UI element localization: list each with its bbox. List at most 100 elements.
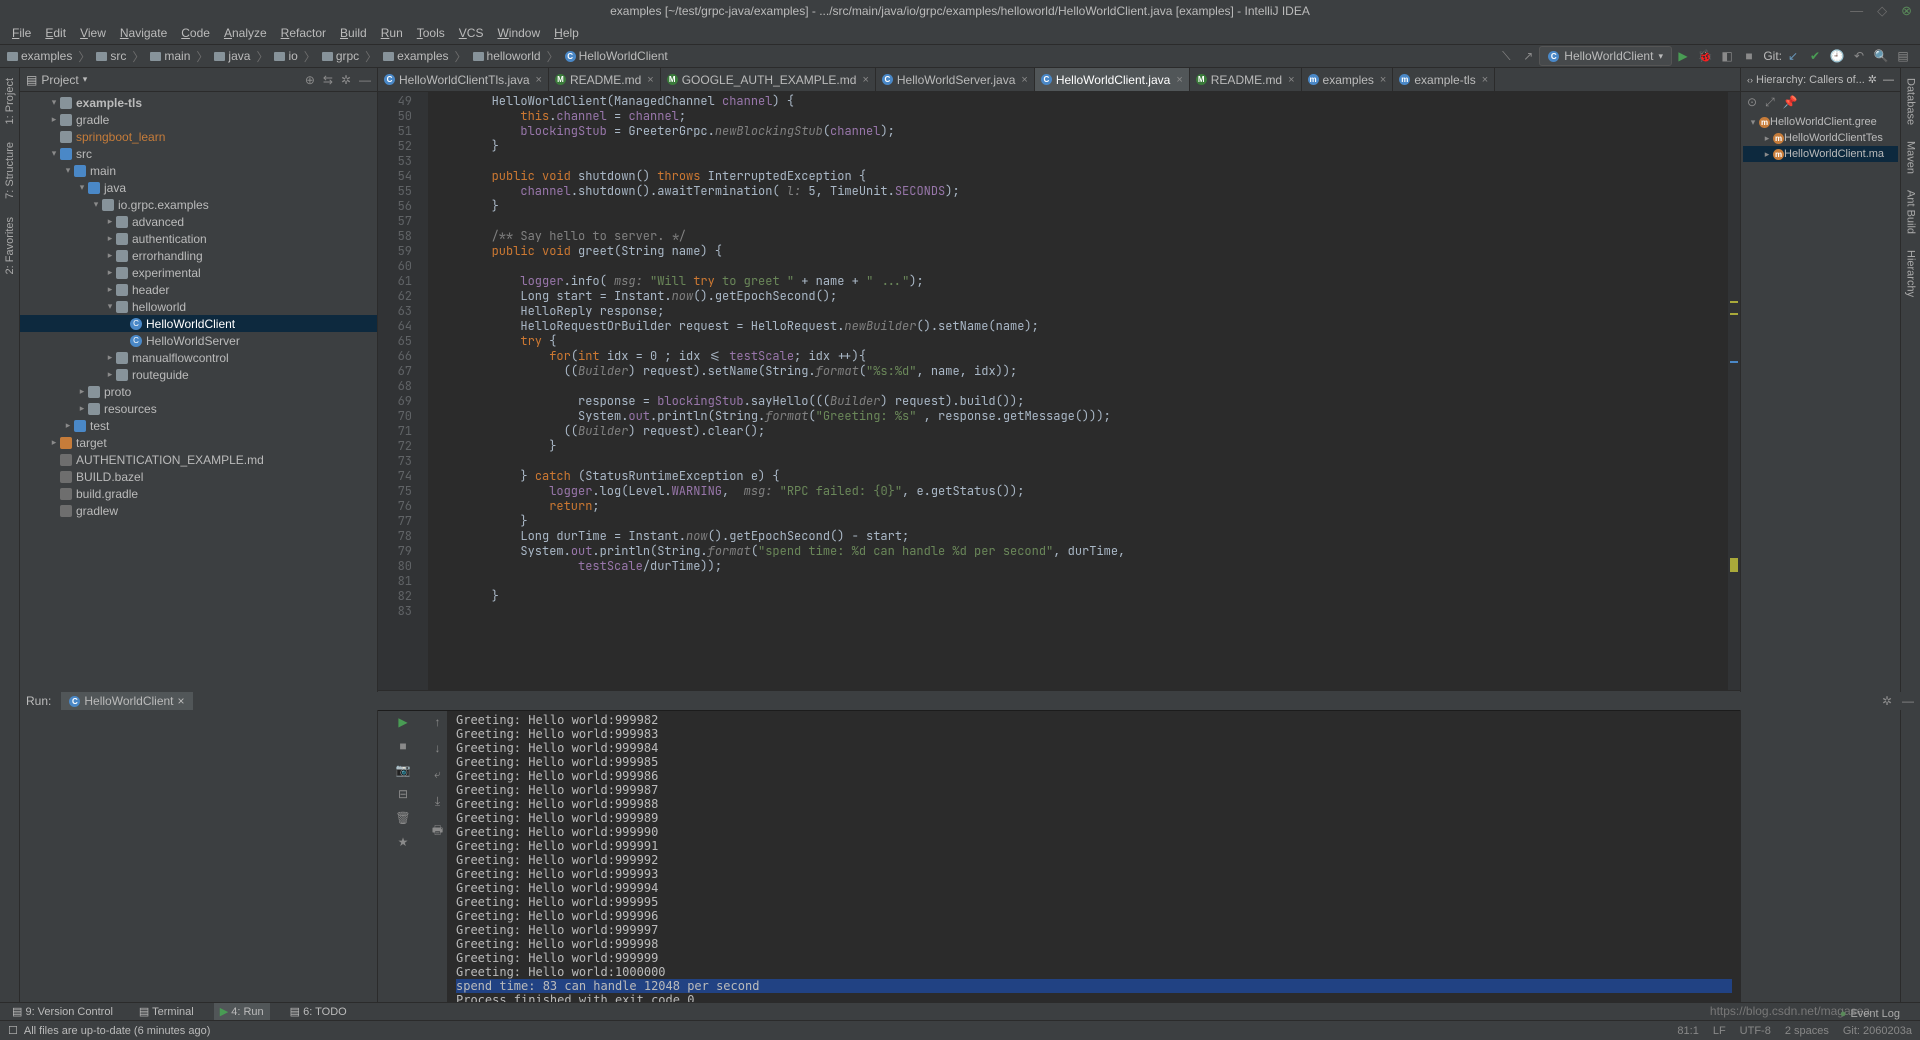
tree-item[interactable]: ▸resources (20, 400, 377, 417)
tree-item[interactable]: ▾src (20, 145, 377, 162)
right-tab[interactable]: Database (1903, 72, 1919, 131)
breadcrumb-item[interactable]: io (273, 49, 298, 63)
menu-edit[interactable]: Edit (39, 24, 72, 42)
expand-icon[interactable]: ⤢ (1765, 95, 1775, 110)
close-icon[interactable]: × (1288, 74, 1294, 86)
tree-item[interactable]: ▸proto (20, 383, 377, 400)
tree-item[interactable]: ▾io.grpc.examples (20, 196, 377, 213)
hide-icon[interactable]: — (359, 73, 371, 87)
tree-item[interactable]: ▸routeguide (20, 366, 377, 383)
git-commit-icon[interactable]: ✔ (1807, 48, 1823, 64)
rerun-icon[interactable]: ▶ (398, 715, 407, 729)
left-tab[interactable]: 7: Structure (2, 136, 18, 205)
git-revert-icon[interactable]: ↶ (1851, 48, 1867, 64)
tree-item[interactable]: ▸manualflowcontrol (20, 349, 377, 366)
right-tab[interactable]: Hierarchy (1903, 244, 1919, 303)
menu-code[interactable]: Code (175, 24, 216, 42)
editor-tab[interactable]: CHelloWorldClient.java× (1035, 68, 1190, 91)
menu-file[interactable]: File (6, 24, 37, 42)
target-icon[interactable]: ⊕ (305, 73, 315, 87)
close-icon[interactable]: × (1176, 74, 1182, 86)
hierarchy-item[interactable]: ▸m HelloWorldClient.ma (1743, 146, 1898, 162)
hierarchy-item[interactable]: ▾m HelloWorldClient.gree (1743, 114, 1898, 130)
scroll-icon[interactable]: ⤓ (435, 794, 440, 809)
menu-run[interactable]: Run (375, 24, 409, 42)
close-icon[interactable]: × (1021, 74, 1027, 86)
search-icon[interactable]: 🔍 (1873, 48, 1889, 64)
tree-item[interactable]: springboot_learn (20, 128, 377, 145)
editor-tab[interactable]: MREADME.md× (1190, 68, 1302, 91)
run-config-selector[interactable]: C HelloWorldClient ▾ (1539, 46, 1672, 66)
hierarchy-tree[interactable]: ▾m HelloWorldClient.gree▸m HelloWorldCli… (1741, 112, 1900, 1002)
run-tab[interactable]: C HelloWorldClient × (61, 692, 192, 710)
tree-item[interactable]: ▸header (20, 281, 377, 298)
stop-icon[interactable]: ■ (1741, 48, 1757, 64)
wrap-icon[interactable]: ⤶ (434, 767, 441, 782)
tree-item[interactable]: ▾helloworld (20, 298, 377, 315)
gear-icon[interactable]: ✲ (341, 73, 351, 87)
editor-tab[interactable]: mexamples× (1302, 68, 1394, 91)
menu-build[interactable]: Build (334, 24, 373, 42)
hide-icon[interactable]: — (1902, 694, 1914, 708)
status-item[interactable]: 2 spaces (1785, 1025, 1829, 1037)
coverage-icon[interactable]: ◧ (1719, 48, 1735, 64)
tree-item[interactable]: ▸experimental (20, 264, 377, 281)
bottom-tab[interactable]: ▤ 6: TODO (284, 1003, 353, 1020)
scope-icon[interactable]: ⊙ (1747, 95, 1757, 109)
left-tab[interactable]: 2: Favorites (2, 211, 18, 280)
close-icon[interactable]: × (647, 74, 653, 86)
close-icon[interactable]: × (1380, 74, 1386, 86)
settings-icon[interactable]: ▤ (1895, 48, 1911, 64)
right-tab[interactable]: Ant Build (1903, 184, 1919, 240)
maximize-icon[interactable]: ◇ (1877, 3, 1887, 19)
trash-icon[interactable]: 🗑 (395, 811, 410, 825)
tree-item[interactable]: CHelloWorldServer (20, 332, 377, 349)
code-editor[interactable]: 49 50 51 52 53 54 55 56 57 58 59 60 61 6… (378, 92, 1740, 690)
breadcrumb-item[interactable]: main (149, 49, 191, 63)
tree-item[interactable]: ▾example-tls (20, 94, 377, 111)
pin-icon[interactable]: 📌 (1783, 95, 1798, 109)
breadcrumb-item[interactable]: CHelloWorldClient (564, 49, 669, 63)
layout-icon[interactable]: ⊟ (398, 787, 408, 801)
tree-item[interactable]: ▸authentication (20, 230, 377, 247)
git-update-icon[interactable]: ↙ (1785, 48, 1801, 64)
close-icon[interactable]: ⊗ (1901, 3, 1912, 19)
tree-item[interactable]: ▸advanced (20, 213, 377, 230)
breadcrumb-item[interactable]: grpc (321, 49, 360, 63)
nav-fwd-icon[interactable]: ↗ (1520, 48, 1536, 64)
menu-navigate[interactable]: Navigate (114, 24, 173, 42)
menu-window[interactable]: Window (491, 24, 546, 42)
stop-icon[interactable]: ■ (399, 739, 406, 753)
tree-item[interactable]: AUTHENTICATION_EXAMPLE.md (20, 451, 377, 468)
tree-item[interactable]: BUILD.bazel (20, 468, 377, 485)
nav-back-icon[interactable]: ⟍ (1498, 48, 1514, 64)
print-icon[interactable]: 🖶 (432, 821, 443, 842)
gear-icon[interactable]: ✲ (1868, 73, 1877, 86)
status-item[interactable]: Git: 2060203a (1843, 1025, 1912, 1037)
event-log-button[interactable]: ●Event Log (1840, 1008, 1900, 1020)
git-history-icon[interactable]: 🕘 (1829, 48, 1845, 64)
editor-tab[interactable]: mexample-tls× (1393, 68, 1495, 91)
breadcrumb-item[interactable]: examples (382, 49, 449, 63)
close-icon[interactable]: × (536, 74, 542, 86)
hierarchy-item[interactable]: ▸m HelloWorldClientTes (1743, 130, 1898, 146)
tree-item[interactable]: ▾main (20, 162, 377, 179)
debug-icon[interactable]: 🐞 (1697, 48, 1713, 64)
right-tab[interactable]: Maven (1903, 135, 1919, 180)
breadcrumb-item[interactable]: helloworld (472, 49, 542, 63)
minimize-icon[interactable]: — (1850, 3, 1863, 19)
arrow-down-icon[interactable]: ↓ (435, 741, 441, 755)
status-item[interactable]: 81:1 (1677, 1025, 1698, 1037)
attach-icon[interactable]: 📷 (396, 763, 411, 777)
bottom-tab[interactable]: ▶ 4: Run (214, 1003, 270, 1020)
bottom-tab[interactable]: ▤ 9: Version Control (6, 1003, 119, 1020)
tree-item[interactable]: ▾java (20, 179, 377, 196)
code-area[interactable]: HelloWorldClient(ManagedChannel channel)… (428, 92, 1728, 690)
menu-vcs[interactable]: VCS (453, 24, 490, 42)
menu-refactor[interactable]: Refactor (275, 24, 332, 42)
left-tab[interactable]: 1: Project (2, 72, 18, 130)
close-icon[interactable]: × (178, 694, 185, 708)
breadcrumb-item[interactable]: examples (6, 49, 73, 63)
run-output[interactable]: Greeting: Hello world:999982Greeting: He… (448, 711, 1740, 1002)
bottom-tab[interactable]: ▤ Terminal (133, 1003, 200, 1020)
